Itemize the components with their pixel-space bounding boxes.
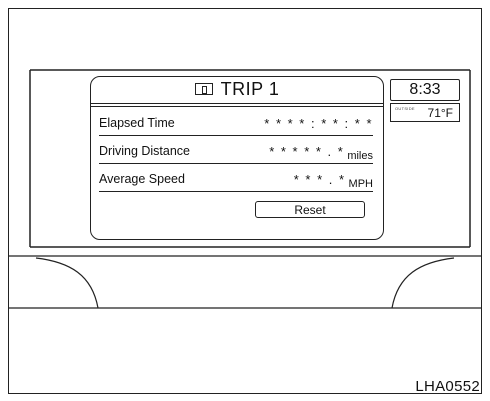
row-value: * * * . * MPH [293,171,373,190]
row-unit: MPH [348,177,373,190]
reset-button[interactable]: Reset [255,201,365,218]
row-value: * * * * : * * : * * [264,115,373,131]
row-label: Driving Distance [99,144,191,158]
clock-time: 8:33 [409,81,441,98]
trip-odometer-icon [194,83,213,95]
trip-title: TRIP 1 [220,78,280,99]
title-divider-inner [91,106,383,107]
row-label: Elapsed Time [99,116,175,130]
title-divider [91,103,383,104]
figure-caption: LHA0552 [415,378,480,395]
clock-display: 8:33 [390,79,460,101]
temperature-value: 71°F [427,105,453,120]
row-value: * * * * * . * miles [269,143,373,162]
row-unit: miles [347,149,373,162]
outside-temperature-display: OUTSIDE 71°F [390,103,460,122]
elapsed-time-row: Elapsed Time * * * * : * * : * * [99,111,373,136]
outside-label: OUTSIDE [395,106,415,111]
trip-display-screen: TRIP 1 Elapsed Time * * * * : * * : * * … [90,76,384,240]
trip-title-bar: TRIP 1 [91,77,383,101]
row-label: Average Speed [99,172,185,186]
driving-distance-row: Driving Distance * * * * * . * miles [99,139,373,164]
average-speed-row: Average Speed * * * . * MPH [99,167,373,192]
